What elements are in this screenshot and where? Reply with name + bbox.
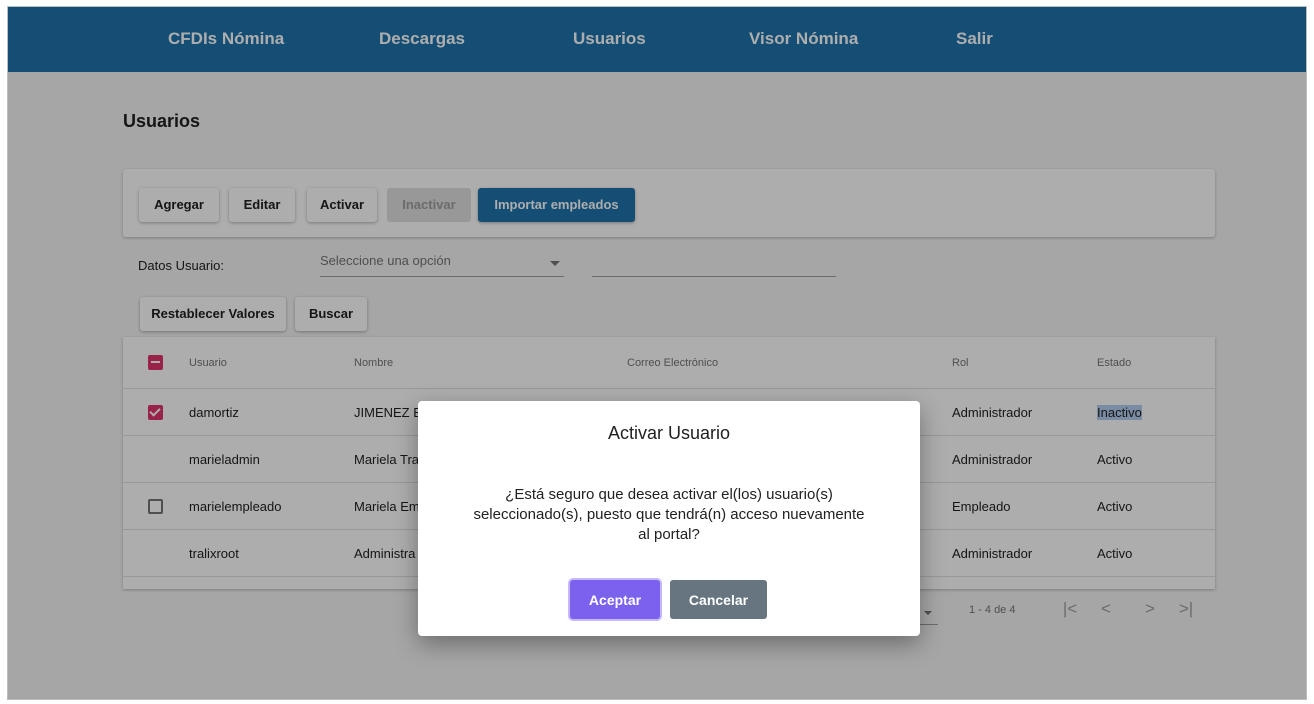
- app-window: CFDIs Nómina Descargas Usuarios Visor Nó…: [7, 6, 1307, 700]
- activate-user-dialog: Activar Usuario ¿Está seguro que desea a…: [418, 401, 920, 636]
- accept-button[interactable]: Aceptar: [570, 580, 660, 619]
- dialog-message: ¿Está seguro que desea activar el(los) u…: [473, 486, 865, 543]
- cancel-button[interactable]: Cancelar: [670, 580, 767, 619]
- dialog-title: Activar Usuario: [607, 423, 731, 443]
